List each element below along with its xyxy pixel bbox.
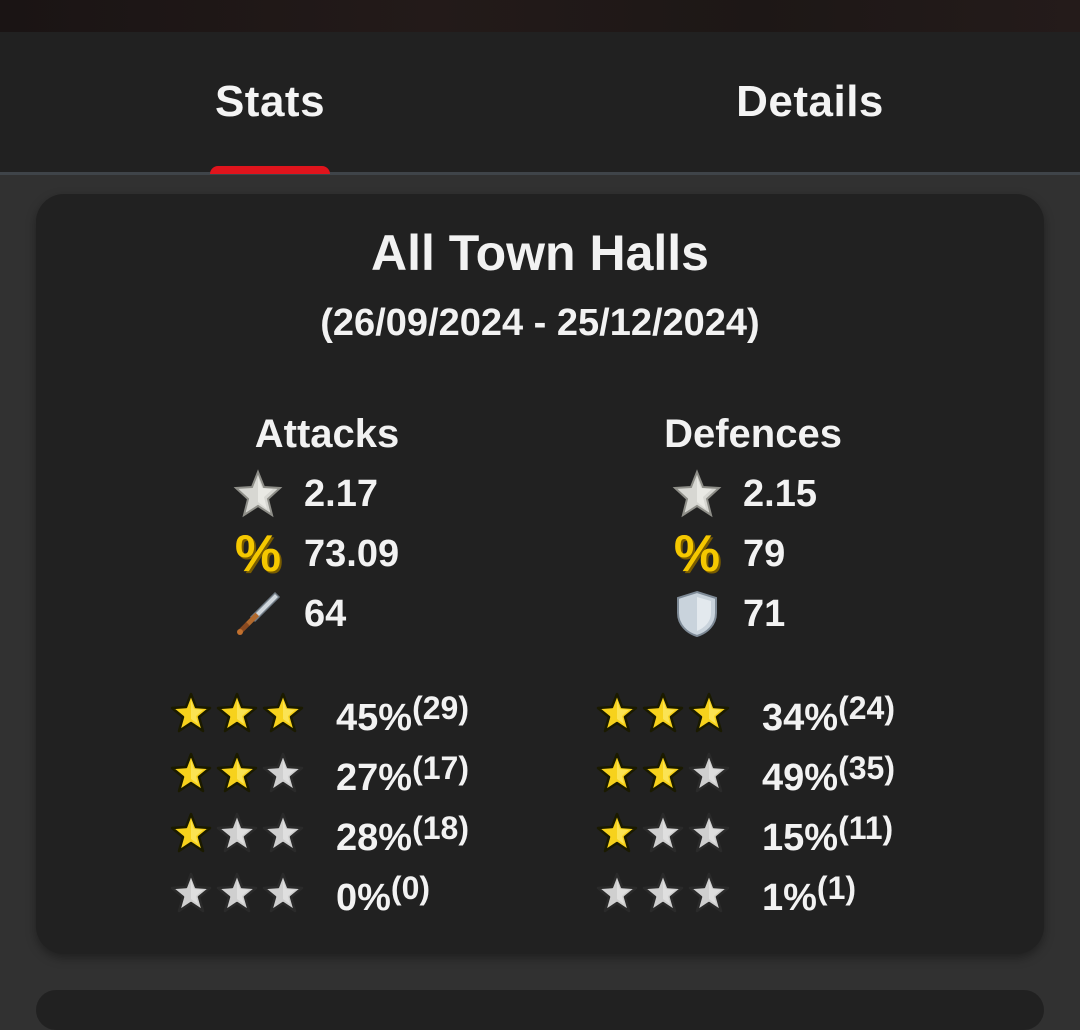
distribution-percent: 15% (762, 816, 839, 859)
star-distribution-row: 28% (18) (170, 808, 469, 868)
tab-stats[interactable]: Stats (0, 32, 540, 174)
distribution-percent: 45% (336, 696, 413, 739)
star-rating (170, 692, 320, 744)
gold-star-icon (216, 692, 262, 744)
distribution-percent: 49% (762, 756, 839, 799)
defences-avg-stars: 2.15 (743, 472, 817, 515)
tab-stats-label: Stats (214, 77, 326, 126)
defences-header: Defences (664, 412, 842, 456)
defences-avg-percent: 79 (743, 532, 786, 575)
star-rating (596, 752, 746, 804)
star-distribution-row: 49% (35) (596, 748, 895, 808)
star-distribution-row: 45% (29) (170, 688, 469, 748)
distribution-percent: 28% (336, 816, 413, 859)
gray-star-icon (170, 872, 216, 924)
star-rating (170, 812, 320, 864)
distribution-percent: 34% (762, 696, 839, 739)
attacks-avg-percent-row: % 73.09 (232, 526, 399, 582)
distribution-count: (11) (838, 809, 894, 846)
star-rating (596, 812, 746, 864)
attacks-count-row: 64 (232, 586, 346, 642)
gray-star-icon (688, 812, 734, 864)
gold-star-icon (596, 692, 642, 744)
tab-details-label: Details (736, 77, 884, 126)
distribution-count: (29) (412, 689, 469, 726)
gray-star-icon (216, 872, 262, 924)
card-title: All Town Halls (371, 225, 709, 281)
attacks-count: 64 (304, 592, 347, 635)
gold-star-icon (596, 812, 642, 864)
attacks-header: Attacks (254, 412, 400, 456)
gold-star-icon (170, 752, 216, 804)
gold-star-icon (170, 812, 216, 864)
gray-star-icon (642, 872, 688, 924)
header-image-strip (0, 0, 1080, 32)
gray-star-icon (642, 812, 688, 864)
tab-bar: Stats Details (0, 32, 1080, 175)
gray-star-icon (262, 872, 308, 924)
defences-avg-percent-row: % 79 (671, 526, 785, 582)
gray-star-icon (262, 752, 308, 804)
gold-star-icon (642, 692, 688, 744)
star-rating (596, 692, 746, 744)
defences-count: 71 (743, 592, 786, 635)
active-tab-indicator (210, 166, 330, 174)
distribution-count: (0) (390, 869, 431, 906)
star-rating (596, 872, 746, 924)
attacks-avg-stars-row: 2.17 (232, 466, 378, 522)
attacks-avg-percent: 73.09 (304, 532, 400, 575)
star-distribution-row: 27% (17) (170, 748, 469, 808)
gold-star-icon (642, 752, 688, 804)
defences-avg-stars-row: 2.15 (671, 466, 817, 522)
gray-star-icon (216, 812, 262, 864)
attacks-avg-stars: 2.17 (304, 472, 378, 515)
gold-star-icon (216, 752, 262, 804)
distribution-percent: 0% (336, 876, 391, 919)
gold-star-icon (262, 692, 308, 744)
stats-card: All Town Halls (26/09/2024 - 25/12/2024)… (36, 194, 1044, 954)
silver-star-icon (232, 468, 284, 520)
sword-icon (232, 588, 284, 640)
distribution-count: (17) (412, 749, 469, 786)
distribution-count: (35) (838, 749, 895, 786)
star-rating (170, 752, 320, 804)
distribution-count: (1) (816, 869, 857, 906)
tab-details[interactable]: Details (540, 32, 1080, 172)
star-rating (170, 872, 320, 924)
gray-star-icon (262, 812, 308, 864)
distribution-percent: 27% (336, 756, 413, 799)
gray-star-icon (596, 872, 642, 924)
distribution-count: (24) (838, 689, 895, 726)
gold-star-icon (596, 752, 642, 804)
star-distribution-row: 34% (24) (596, 688, 895, 748)
gold-star-icon (688, 692, 734, 744)
distribution-count: (18) (412, 809, 469, 846)
gold-star-icon (170, 692, 216, 744)
silver-star-icon (671, 468, 723, 520)
gray-star-icon (688, 872, 734, 924)
star-distribution-row: 15% (11) (596, 808, 893, 868)
percent-icon: % (234, 525, 282, 583)
defences-count-row: 71 (671, 586, 785, 642)
star-distribution-row: 1% (1) (596, 868, 856, 928)
star-distribution-row: 0% (0) (170, 868, 430, 928)
gray-star-icon (688, 752, 734, 804)
distribution-percent: 1% (762, 876, 817, 919)
next-card (36, 990, 1044, 1030)
percent-icon: % (673, 525, 721, 583)
shield-icon (671, 588, 723, 640)
date-range: (26/09/2024 - 25/12/2024) (320, 302, 760, 344)
